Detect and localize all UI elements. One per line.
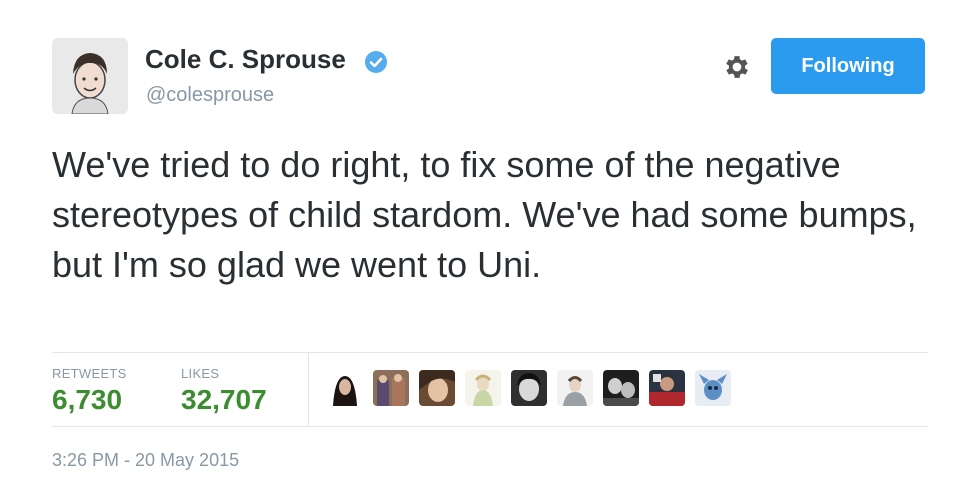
avatar-portrait-icon	[52, 38, 128, 114]
liker-avatar-7[interactable]	[603, 370, 639, 406]
author-name[interactable]: Cole C. Sprouse	[145, 44, 346, 75]
liker-avatar-4-icon	[465, 370, 501, 406]
verified-badge-icon	[365, 51, 387, 73]
liker-avatar-4[interactable]	[465, 370, 501, 406]
liker-avatar-3[interactable]	[419, 370, 455, 406]
liker-avatar-5-icon	[511, 370, 547, 406]
stats-vertical-divider	[308, 352, 309, 426]
likes-count[interactable]: 32,707	[181, 384, 267, 416]
liker-avatar-5[interactable]	[511, 370, 547, 406]
retweets-label: RETWEETS	[52, 366, 127, 381]
liker-avatar-1-icon	[327, 370, 363, 406]
liker-avatar-2[interactable]	[373, 370, 409, 406]
following-button[interactable]: Following	[771, 38, 925, 94]
liker-avatar-2-icon	[373, 370, 409, 406]
tweet-text: We've tried to do right, to fix some of …	[52, 144, 917, 285]
liker-avatar-8-icon	[649, 370, 685, 406]
retweets-count[interactable]: 6,730	[52, 384, 122, 416]
liker-avatar-8[interactable]	[649, 370, 685, 406]
tweet-timestamp[interactable]: 3:26 PM - 20 May 2015	[52, 450, 239, 471]
liker-avatars	[327, 370, 731, 408]
liker-avatar-9[interactable]	[695, 370, 731, 406]
gear-icon[interactable]	[722, 52, 752, 82]
liker-avatar-9-icon	[695, 370, 731, 406]
likes-label: LIKES	[181, 366, 220, 381]
stats-divider-top	[52, 352, 928, 353]
liker-avatar-6-icon	[557, 370, 593, 406]
author-handle[interactable]: @colesprouse	[146, 84, 274, 107]
tweet-card: Cole C. Sprouse @colesprouse Following W…	[0, 0, 980, 492]
liker-avatar-1[interactable]	[327, 370, 363, 406]
liker-avatar-6[interactable]	[557, 370, 593, 406]
author-avatar[interactable]	[52, 38, 128, 114]
stats-divider-bottom	[52, 426, 928, 427]
liker-avatar-7-icon	[603, 370, 639, 406]
liker-avatar-3-icon	[419, 370, 455, 406]
